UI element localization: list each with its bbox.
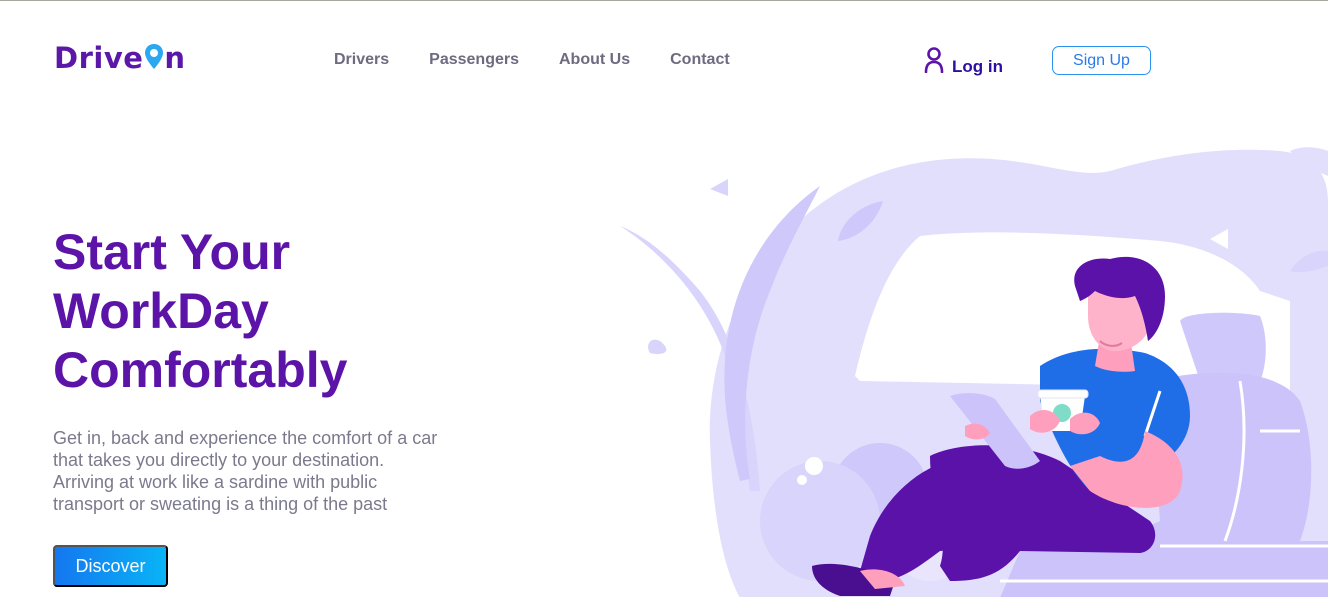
headline-line: Comfortably	[53, 342, 348, 398]
headline-line: Start Your	[53, 224, 291, 280]
description-line: that takes you directly to your destinat…	[53, 450, 385, 470]
map-pin-icon	[144, 43, 164, 77]
logo-text-right: n	[164, 41, 186, 75]
nav-item-about-us[interactable]: About Us	[559, 51, 630, 69]
nav-item-drivers[interactable]: Drivers	[334, 51, 389, 69]
hero-headline: Start Your WorkDay Comfortably	[53, 223, 473, 400]
nav-item-passengers[interactable]: Passengers	[429, 51, 519, 69]
main-nav: Drivers Passengers About Us Contact	[334, 51, 730, 69]
hero-illustration	[600, 141, 1328, 597]
user-icon	[924, 47, 944, 78]
headline-line: WorkDay	[53, 283, 269, 339]
brand-logo[interactable]: Drive n	[54, 41, 186, 75]
description-line: Get in, back and experience the comfort …	[53, 428, 438, 448]
logo-text-left: Drive	[54, 41, 144, 75]
login-link[interactable]: Log in	[924, 47, 1003, 78]
description-line: transport or sweating is a thing of the …	[53, 494, 388, 514]
discover-button[interactable]: Discover	[53, 545, 168, 587]
login-label: Log in	[952, 56, 1003, 76]
hero-description: Get in, back and experience the comfort …	[53, 427, 483, 515]
signup-button[interactable]: Sign Up	[1052, 46, 1151, 75]
nav-item-contact[interactable]: Contact	[670, 51, 730, 69]
description-line: Arriving at work like a sardine with pub…	[53, 472, 378, 492]
